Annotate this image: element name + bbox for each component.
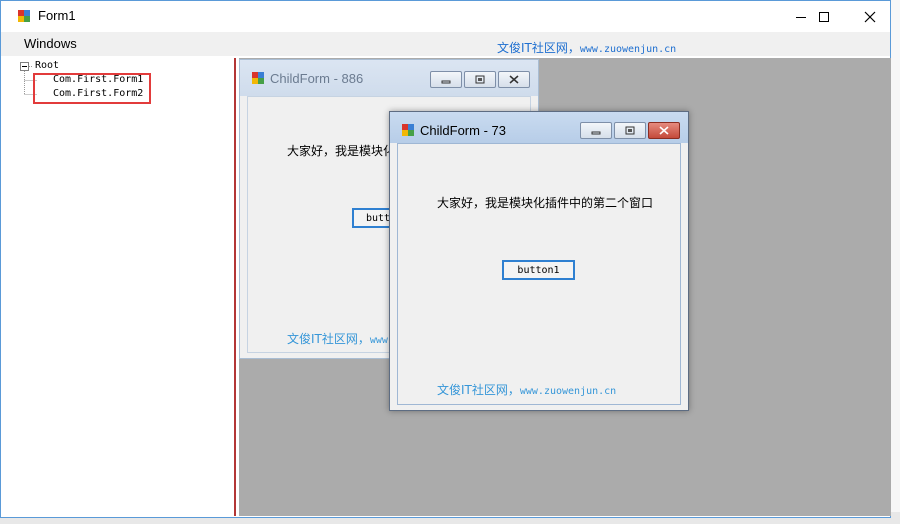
child-form-73-greeting: 大家好，我是模块化插件中的第二个窗口 bbox=[437, 196, 654, 210]
child-form-886-greeting: 大家好，我是模块化 bbox=[287, 144, 396, 158]
menu-link-cn: 文俊IT社区网， bbox=[497, 41, 580, 55]
maximize-icon bbox=[819, 11, 829, 22]
child-form-73-close-button[interactable] bbox=[648, 122, 680, 139]
menu-site-link[interactable]: 文俊IT社区网，www.zuowenjun.cn bbox=[497, 39, 676, 56]
child-form-icon bbox=[252, 72, 264, 84]
tree-node-root[interactable]: Root bbox=[35, 60, 59, 71]
menu-windows[interactable]: Windows bbox=[24, 36, 77, 51]
close-icon bbox=[864, 11, 876, 22]
child-form-886-close-button[interactable] bbox=[498, 71, 530, 88]
maximize-button[interactable] bbox=[801, 1, 847, 32]
child-form-886-restore-button[interactable] bbox=[464, 71, 496, 88]
child-form-73-button[interactable]: button1 bbox=[502, 260, 575, 280]
child-form-886-link-cn: 文俊IT社区网， bbox=[287, 332, 370, 346]
child-form-886-title: ChildForm - 886 bbox=[270, 71, 364, 86]
child-form-886-titlebar[interactable]: ChildForm - 886 bbox=[240, 60, 538, 96]
close-icon bbox=[509, 75, 519, 84]
child-form-73-titlebar[interactable]: ChildForm - 73 bbox=[390, 112, 688, 143]
menu-link-url: www.zuowenjun.cn bbox=[579, 44, 677, 55]
tree-view[interactable]: Root Com.First.Form1 Com.First.Form2 bbox=[9, 58, 236, 516]
menu-bar bbox=[1, 32, 890, 56]
child-form-886-link-url: www bbox=[369, 335, 388, 346]
app-icon bbox=[17, 9, 31, 23]
close-button[interactable] bbox=[847, 1, 893, 32]
child-form-886-minimize-button[interactable] bbox=[430, 71, 462, 88]
restore-icon bbox=[625, 126, 635, 135]
window-title: Form1 bbox=[38, 8, 76, 23]
child-form-73-restore-button[interactable] bbox=[614, 122, 646, 139]
minimize-icon bbox=[441, 80, 451, 83]
child-form-73-link-cn: 文俊IT社区网， bbox=[437, 383, 520, 397]
child-form-icon bbox=[402, 124, 414, 136]
child-form-73-minimize-button[interactable] bbox=[580, 122, 612, 139]
child-form-73[interactable]: ChildForm - 73 大家好，我是模块化插件中的第二个窗口 button… bbox=[389, 111, 689, 411]
highlight-box bbox=[33, 73, 151, 104]
title-bar[interactable]: Form1 bbox=[1, 1, 890, 32]
main-window: Form1 Windows 文俊IT社区网，www.zuowenjun.cn R… bbox=[0, 0, 891, 518]
minimize-icon bbox=[591, 131, 601, 134]
child-form-886-link[interactable]: 文俊IT社区网，www bbox=[287, 330, 388, 347]
close-icon bbox=[659, 126, 669, 135]
child-form-73-link-url: www.zuowenjun.cn bbox=[519, 386, 617, 397]
child-form-73-title: ChildForm - 73 bbox=[420, 123, 506, 138]
child-form-73-body: 大家好，我是模块化插件中的第二个窗口 button1 文俊IT社区网，www.z… bbox=[397, 143, 681, 405]
restore-icon bbox=[475, 75, 485, 84]
child-form-73-link[interactable]: 文俊IT社区网，www.zuowenjun.cn bbox=[437, 381, 616, 398]
